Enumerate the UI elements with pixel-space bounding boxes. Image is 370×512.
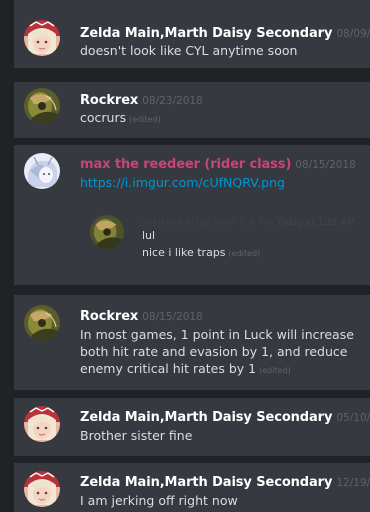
quoted-message: minmaxing sov ha ha Today at 1:21 AM lul … xyxy=(80,213,362,277)
max-avatar-icon xyxy=(24,153,60,189)
message-text: doesn't look like CYL anytime soon xyxy=(80,43,298,58)
message-text: both hit rate and evasion by 1, and redu… xyxy=(80,344,348,359)
zelda-avatar-icon xyxy=(24,406,60,442)
avatar[interactable] xyxy=(24,88,60,124)
timestamp: 05/10/2018 xyxy=(336,412,370,424)
quoted-username[interactable]: minmaxing sov ha ha xyxy=(142,215,274,228)
timestamp: 08/15/2018 xyxy=(142,311,203,323)
message-feed: Zelda Main,Marth Daisy Secondary 08/09/20… xyxy=(0,0,370,512)
message-card: Rockrex 08/23/2018 cocrurs (edited) xyxy=(14,82,370,138)
message-text: Brother sister fine xyxy=(80,428,193,443)
message-card: max the reedeer (rider class) 08/15/2018 … xyxy=(14,145,370,285)
edited-label: (edited) xyxy=(259,366,291,375)
timestamp: 12/19/2017 xyxy=(336,477,370,489)
message-text: I am jerking off right now xyxy=(80,493,238,508)
timestamp: 08/09/2018 xyxy=(336,28,370,40)
username[interactable]: Rockrex xyxy=(80,309,138,324)
rockrex-avatar-icon xyxy=(24,305,60,341)
message-text: enemy critical hit rates by 1 xyxy=(80,361,257,376)
quoted-timestamp: Today at 1:21 AM xyxy=(276,218,355,228)
avatar[interactable] xyxy=(90,215,124,249)
quoted-text-line: nice i like traps (edited) xyxy=(142,246,260,261)
avatar[interactable] xyxy=(24,153,60,189)
username[interactable]: Zelda Main,Marth Daisy Secondary xyxy=(80,26,332,41)
message-content: https://i.imgur.com/cUfNQRV.png xyxy=(80,174,362,191)
edited-label: (edited) xyxy=(129,115,161,124)
message-content: In most games, 1 point in Luck will incr… xyxy=(80,326,362,379)
username[interactable]: Rockrex xyxy=(80,93,138,108)
message-content: I am jerking off right now xyxy=(80,492,362,509)
quoted-text: lul xyxy=(142,229,156,242)
quoted-text: nice i like traps xyxy=(142,246,226,259)
username[interactable]: max the reedeer (rider class) xyxy=(80,157,291,172)
avatar[interactable] xyxy=(24,471,60,507)
edited-label: (edited) xyxy=(228,249,261,258)
minmaxing-avatar-icon xyxy=(90,215,124,249)
message-content: Brother sister fine xyxy=(80,427,362,444)
avatar[interactable] xyxy=(24,305,60,341)
rockrex-avatar-icon xyxy=(24,88,60,124)
message-card: Zelda Main,Marth Daisy Secondary 12/19/20… xyxy=(14,463,370,512)
message-content: cocrurs (edited) xyxy=(80,109,362,128)
timestamp: 08/15/2018 xyxy=(295,159,356,171)
zelda-avatar-icon xyxy=(24,471,60,507)
message-text: cocrurs xyxy=(80,110,127,125)
message-content: doesn't look like CYL anytime soon xyxy=(80,42,362,59)
timestamp: 08/23/2018 xyxy=(142,95,203,107)
username[interactable]: Zelda Main,Marth Daisy Secondary xyxy=(80,475,332,490)
image-link[interactable]: https://i.imgur.com/cUfNQRV.png xyxy=(80,175,285,190)
message-card: Zelda Main,Marth Daisy Secondary 08/09/20… xyxy=(14,0,370,68)
avatar[interactable] xyxy=(24,406,60,442)
username[interactable]: Zelda Main,Marth Daisy Secondary xyxy=(80,410,332,425)
avatar[interactable] xyxy=(24,20,60,56)
zelda-avatar-icon xyxy=(24,20,60,56)
message-card: Zelda Main,Marth Daisy Secondary 05/10/20… xyxy=(14,398,370,456)
message-card: Rockrex 08/15/2018 In most games, 1 point… xyxy=(14,295,370,390)
message-text-line: enemy critical hit rates by 1 (edited) xyxy=(80,360,362,379)
message-text: In most games, 1 point in Luck will incr… xyxy=(80,327,354,342)
